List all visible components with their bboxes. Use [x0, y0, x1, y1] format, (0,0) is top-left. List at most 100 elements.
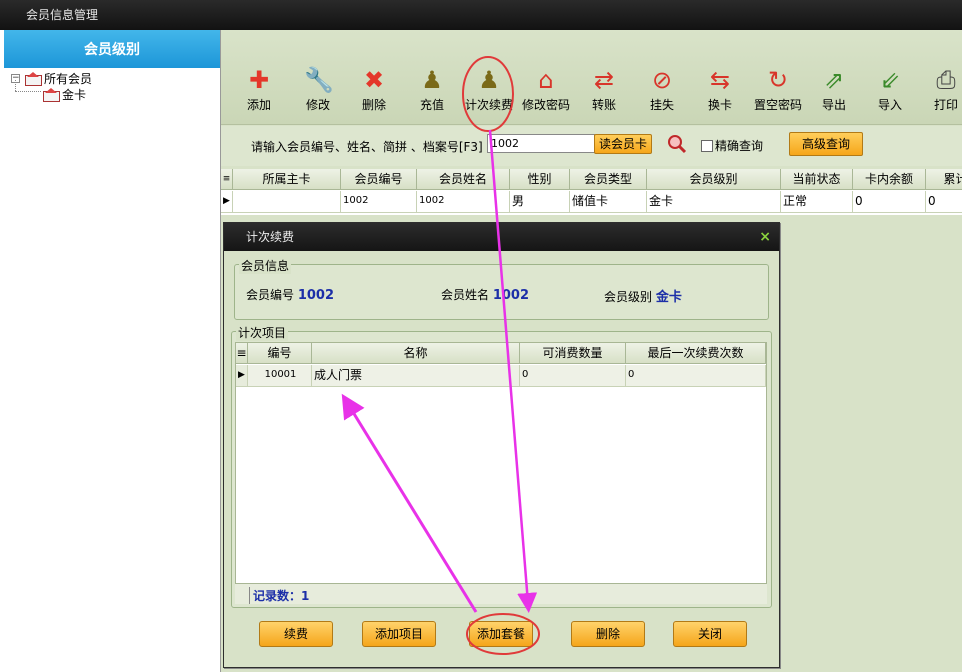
- grid-row-indicator-header: ≡: [236, 343, 248, 364]
- toolbar-button-label: 打印: [933, 98, 958, 112]
- items-grid-cell[interactable]: 成人门票: [312, 365, 520, 387]
- dialog-title: 计次续费: [246, 230, 295, 244]
- member-grid-cell[interactable]: 1002: [417, 191, 510, 213]
- items-grid-cell[interactable]: 0: [520, 365, 626, 387]
- count-items-footer: 记录数：1: [235, 583, 767, 604]
- dialog-titlebar[interactable]: 计次续费 ×: [224, 223, 779, 251]
- toolbar-button[interactable]: ✖ 删除: [346, 66, 402, 114]
- member-info-legend: 会员信息: [239, 257, 292, 274]
- member-grid-header[interactable]: 会员编号: [341, 169, 417, 190]
- search-icon[interactable]: [667, 134, 687, 154]
- toolbar-button[interactable]: ♟ 计次续费: [461, 66, 517, 114]
- add-package-button[interactable]: 添加套餐: [469, 621, 533, 647]
- count-items-legend: 计次项目: [236, 324, 289, 341]
- member-grid-cell[interactable]: 0: [926, 191, 962, 213]
- toolbar-button-label: 添加: [246, 98, 271, 112]
- toolbar-button-label: 转账: [591, 98, 616, 112]
- member-number-label: 会员编号: [246, 288, 295, 302]
- advanced-query-button[interactable]: 高级查询: [789, 132, 863, 156]
- toolbar-button[interactable]: ⊘ 挂失: [634, 66, 690, 114]
- member-grid-cell[interactable]: [233, 191, 341, 213]
- toolbar-button[interactable]: ⇙ 导入: [862, 66, 918, 114]
- add-icon: ✚: [248, 66, 270, 94]
- tree-node-all-members[interactable]: − 所有会员: [11, 70, 92, 86]
- member-grid-header[interactable]: 累计: [926, 169, 962, 190]
- member-grid-cell[interactable]: 正常: [781, 191, 853, 213]
- toolbar: ✚ 添加 🔧 修改 ✖ 删除 ♟ 充值 ♟ 计次续费 ⌂ 修改密码 ⇄ 转账 ⊘ 挂失 ⇆ 换卡 ↻ 置空密码 ⇗ 导出 ⇙…: [221, 30, 962, 125]
- toolbar-button-label: 导出: [821, 98, 846, 112]
- member-grid-header[interactable]: 性别: [510, 169, 570, 190]
- items-grid-header[interactable]: 可消费数量: [520, 343, 626, 364]
- member-grid-header[interactable]: 所属主卡: [233, 169, 341, 190]
- toolbar-button-label: 充值: [419, 98, 444, 112]
- tree-connector: [15, 91, 41, 92]
- tree-connector: [15, 80, 16, 91]
- search-bar: 请输入会员编号、姓名、简拼 、档案号[F3] 读会员卡 精确查询 高级查询: [221, 126, 962, 166]
- current-row-indicator-icon: ▶: [221, 191, 233, 213]
- toolbar-button[interactable]: ↻ 置空密码: [750, 66, 806, 114]
- grid-row-indicator-header: ≡: [221, 169, 233, 190]
- toolbar-button[interactable]: ⇗ 导出: [806, 66, 862, 114]
- member-number-field: 会员编号 1002: [246, 286, 334, 303]
- member-name-field: 会员姓名 1002: [441, 286, 529, 303]
- items-grid-cell[interactable]: 0: [626, 365, 766, 387]
- close-icon[interactable]: ×: [759, 223, 771, 251]
- delete-button[interactable]: 删除: [571, 621, 645, 647]
- member-grid-header[interactable]: 会员类型: [570, 169, 647, 190]
- toolbar-button[interactable]: ⎙ 打印: [918, 66, 962, 114]
- renew-dialog: 计次续费 × 会员信息 会员编号 1002 会员姓名 1002 会员级别 金卡 …: [223, 222, 780, 668]
- toolbar-button[interactable]: ⇆ 换卡: [692, 66, 748, 114]
- current-row-indicator-icon: ▶: [236, 365, 248, 387]
- tree-node-label: 所有会员: [44, 71, 93, 86]
- items-grid-header[interactable]: 编号: [248, 343, 312, 364]
- member-grid-cell[interactable]: 储值卡: [570, 191, 647, 213]
- toolbar-button[interactable]: ✚ 添加: [231, 66, 287, 114]
- member-folder-icon: [25, 72, 42, 86]
- toolbar-button[interactable]: ♟ 充值: [404, 66, 460, 114]
- toolbar-button-label: 置空密码: [753, 98, 802, 112]
- transfer-icon: ⇄: [593, 66, 615, 94]
- forbidden-icon: ⊘: [651, 66, 673, 94]
- items-grid-header[interactable]: 最后一次续费次数: [626, 343, 766, 364]
- close-button[interactable]: 关闭: [673, 621, 747, 647]
- tree-node-label: 金卡: [62, 87, 87, 102]
- member-grid-cell[interactable]: 0: [853, 191, 926, 213]
- export-icon: ⇗: [823, 66, 845, 94]
- member-grid-cell[interactable]: 金卡: [647, 191, 781, 213]
- toolbar-button-label: 导入: [877, 98, 902, 112]
- read-card-button[interactable]: 读会员卡: [594, 134, 652, 154]
- house-icon: ⌂: [538, 66, 554, 94]
- toolbar-button[interactable]: ⇄ 转账: [576, 66, 632, 114]
- member-grid-header[interactable]: 会员姓名: [417, 169, 510, 190]
- pawn-icon: ♟: [478, 66, 500, 94]
- member-grid-cell[interactable]: 1002: [341, 191, 417, 213]
- exact-query-label: 精确查询: [715, 139, 764, 153]
- toolbar-button-label: 计次续费: [464, 98, 513, 112]
- toolbar-button[interactable]: ⌂ 修改密码: [518, 66, 574, 114]
- member-grid-header[interactable]: 当前状态: [781, 169, 853, 190]
- member-grid-header[interactable]: 会员级别: [647, 169, 781, 190]
- pawn-icon: ♟: [421, 66, 443, 94]
- member-level-field: 会员级别 金卡: [604, 286, 682, 305]
- member-level-label: 会员级别: [604, 290, 653, 304]
- search-input[interactable]: [487, 134, 595, 153]
- renew-button[interactable]: 续费: [259, 621, 333, 647]
- member-number-value: 1002: [297, 288, 335, 303]
- window-title: 会员信息管理: [26, 8, 99, 22]
- import-icon: ⇙: [879, 66, 901, 94]
- delete-icon: ✖: [363, 66, 385, 94]
- tree-node-gold-card[interactable]: 金卡: [43, 86, 86, 102]
- toolbar-button-label: 删除: [361, 98, 386, 112]
- toolbar-button[interactable]: 🔧 修改: [290, 66, 346, 114]
- toolbar-button-label: 修改: [305, 98, 330, 112]
- member-level-panel: 会员级别 − 所有会员 金卡: [4, 30, 221, 672]
- window-titlebar: 会员信息管理: [0, 0, 962, 30]
- items-grid-cell[interactable]: 10001: [248, 365, 312, 387]
- member-level-value: 金卡: [655, 290, 682, 305]
- add-item-button[interactable]: 添加项目: [362, 621, 436, 647]
- member-grid-cell[interactable]: 男: [510, 191, 570, 213]
- member-info-group: 会员信息 会员编号 1002 会员姓名 1002 会员级别 金卡: [234, 257, 769, 320]
- exact-query-checkbox[interactable]: [701, 140, 713, 152]
- items-grid-header[interactable]: 名称: [312, 343, 520, 364]
- member-grid-header[interactable]: 卡内余额: [853, 169, 926, 190]
